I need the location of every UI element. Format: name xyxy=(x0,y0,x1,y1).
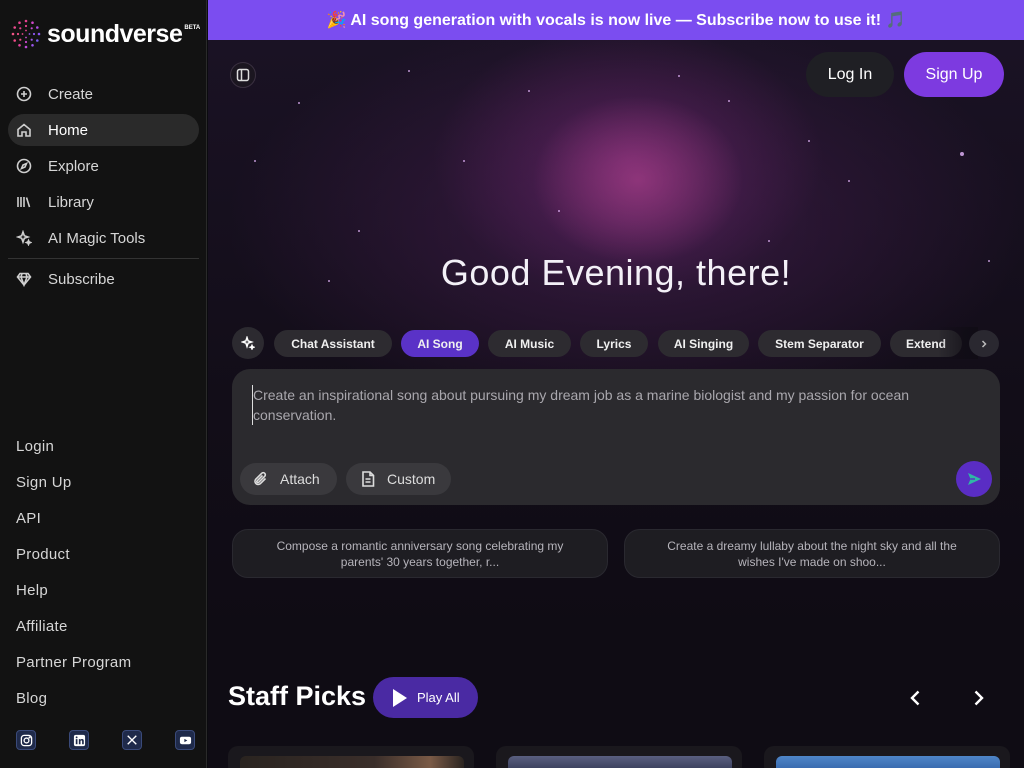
prompt-input[interactable]: Create an inspirational song about pursu… xyxy=(252,385,972,425)
footer-link-product[interactable]: Product xyxy=(16,544,131,580)
logo-text: soundverse xyxy=(47,19,183,48)
sidebar-divider xyxy=(8,258,199,259)
compass-icon xyxy=(16,158,32,174)
chevron-left-icon xyxy=(910,690,920,706)
chevron-right-icon xyxy=(974,690,984,706)
sidebar-item-library[interactable]: Library xyxy=(8,186,199,218)
send-button[interactable] xyxy=(956,461,992,497)
chip-lyrics[interactable]: Lyrics xyxy=(580,330,648,357)
sidebar-item-label: Home xyxy=(48,121,89,139)
home-icon xyxy=(16,122,32,138)
instagram-icon[interactable] xyxy=(16,730,36,750)
logo[interactable]: soundverse BETA xyxy=(10,18,200,50)
footer-link-login[interactable]: Login xyxy=(16,436,131,472)
sidebar-footer-links: Login Sign Up API Product Help Affiliate… xyxy=(16,436,131,724)
sidebar-item-label: Library xyxy=(48,193,94,211)
play-icon xyxy=(393,688,407,707)
custom-button[interactable]: Custom xyxy=(346,463,451,495)
chevron-right-icon xyxy=(981,339,987,348)
carousel-next-button[interactable] xyxy=(963,683,993,713)
chips-next-button[interactable] xyxy=(969,330,999,357)
soundverse-logo-icon xyxy=(11,19,41,49)
greeting-heading: Good Evening, there! xyxy=(440,252,792,293)
sidebar-toggle-icon xyxy=(236,68,250,82)
chip-ai-music[interactable]: AI Music xyxy=(488,330,571,357)
footer-link-partner-program[interactable]: Partner Program xyxy=(16,652,131,688)
footer-link-affiliate[interactable]: Affiliate xyxy=(16,616,131,652)
diamond-icon xyxy=(16,271,32,287)
sidebar-item-label: Create xyxy=(48,85,94,103)
staff-pick-cover xyxy=(240,756,464,768)
document-icon xyxy=(359,470,377,488)
staff-pick-card[interactable] xyxy=(496,746,742,768)
sidebar-item-explore[interactable]: Explore xyxy=(8,150,199,182)
social-links xyxy=(16,730,195,750)
carousel-prev-button[interactable] xyxy=(901,683,931,713)
chip-ai-singing[interactable]: AI Singing xyxy=(658,330,749,357)
attach-button[interactable]: Attach xyxy=(240,463,337,495)
chip-chat-assistant[interactable]: Chat Assistant xyxy=(274,330,392,357)
footer-link-api[interactable]: API xyxy=(16,508,131,544)
prompt-box: Create an inspirational song about pursu… xyxy=(232,369,1000,505)
app-root: soundverse BETA Create Home Explore Libr… xyxy=(0,0,1024,768)
login-button[interactable]: Log In xyxy=(806,52,894,97)
play-all-label: Play All xyxy=(417,690,460,705)
beta-badge: BETA xyxy=(184,25,201,31)
sidebar-toggle-button[interactable] xyxy=(230,62,256,88)
sidebar: soundverse BETA Create Home Explore Libr… xyxy=(0,0,207,768)
mode-chips: Chat Assistant AI Song AI Music Lyrics A… xyxy=(232,327,1024,359)
paperclip-icon xyxy=(252,470,270,488)
sidebar-item-ai-magic-tools[interactable]: AI Magic Tools xyxy=(8,222,199,254)
x-icon[interactable] xyxy=(122,730,142,750)
sidebar-item-label: Explore xyxy=(48,157,99,175)
send-icon xyxy=(968,473,981,485)
announcement-banner[interactable]: 🎉 AI song generation with vocals is now … xyxy=(208,0,1024,40)
staff-picks-title: Staff Picks xyxy=(228,681,367,711)
sidebar-item-label: Subscribe xyxy=(48,270,115,288)
play-all-button[interactable]: Play All xyxy=(373,677,478,718)
chip-ai-song[interactable]: AI Song xyxy=(401,330,479,357)
footer-link-signup[interactable]: Sign Up xyxy=(16,472,131,508)
sparkles-icon xyxy=(16,230,32,246)
footer-link-blog[interactable]: Blog xyxy=(16,688,131,724)
footer-link-help[interactable]: Help xyxy=(16,580,131,616)
chip-stem-separator[interactable]: Stem Separator xyxy=(758,330,881,357)
magic-mode-button[interactable] xyxy=(232,327,264,359)
sparkles-icon xyxy=(241,336,255,350)
custom-label: Custom xyxy=(387,471,436,487)
staff-pick-cover xyxy=(776,756,1000,768)
sidebar-nav: Create Home Explore Library AI Magic Too… xyxy=(8,78,199,299)
main-content: 🎉 AI song generation with vocals is now … xyxy=(208,0,1024,768)
sidebar-item-create[interactable]: Create xyxy=(8,78,199,110)
linkedin-icon[interactable] xyxy=(69,730,89,750)
plus-circle-icon xyxy=(16,86,32,102)
sidebar-item-subscribe[interactable]: Subscribe xyxy=(8,263,199,295)
suggestion-card[interactable]: Create a dreamy lullaby about the night … xyxy=(624,529,1000,578)
suggestion-card[interactable]: Compose a romantic anniversary song cele… xyxy=(232,529,608,578)
sidebar-item-label: AI Magic Tools xyxy=(48,229,146,247)
library-icon xyxy=(16,194,32,210)
staff-pick-cover xyxy=(508,756,732,768)
staff-pick-card[interactable] xyxy=(228,746,474,768)
sidebar-item-home[interactable]: Home xyxy=(8,114,199,146)
staff-pick-card[interactable] xyxy=(764,746,1010,768)
attach-label: Attach xyxy=(280,471,320,487)
youtube-icon[interactable] xyxy=(175,730,195,750)
signup-button[interactable]: Sign Up xyxy=(904,52,1004,97)
